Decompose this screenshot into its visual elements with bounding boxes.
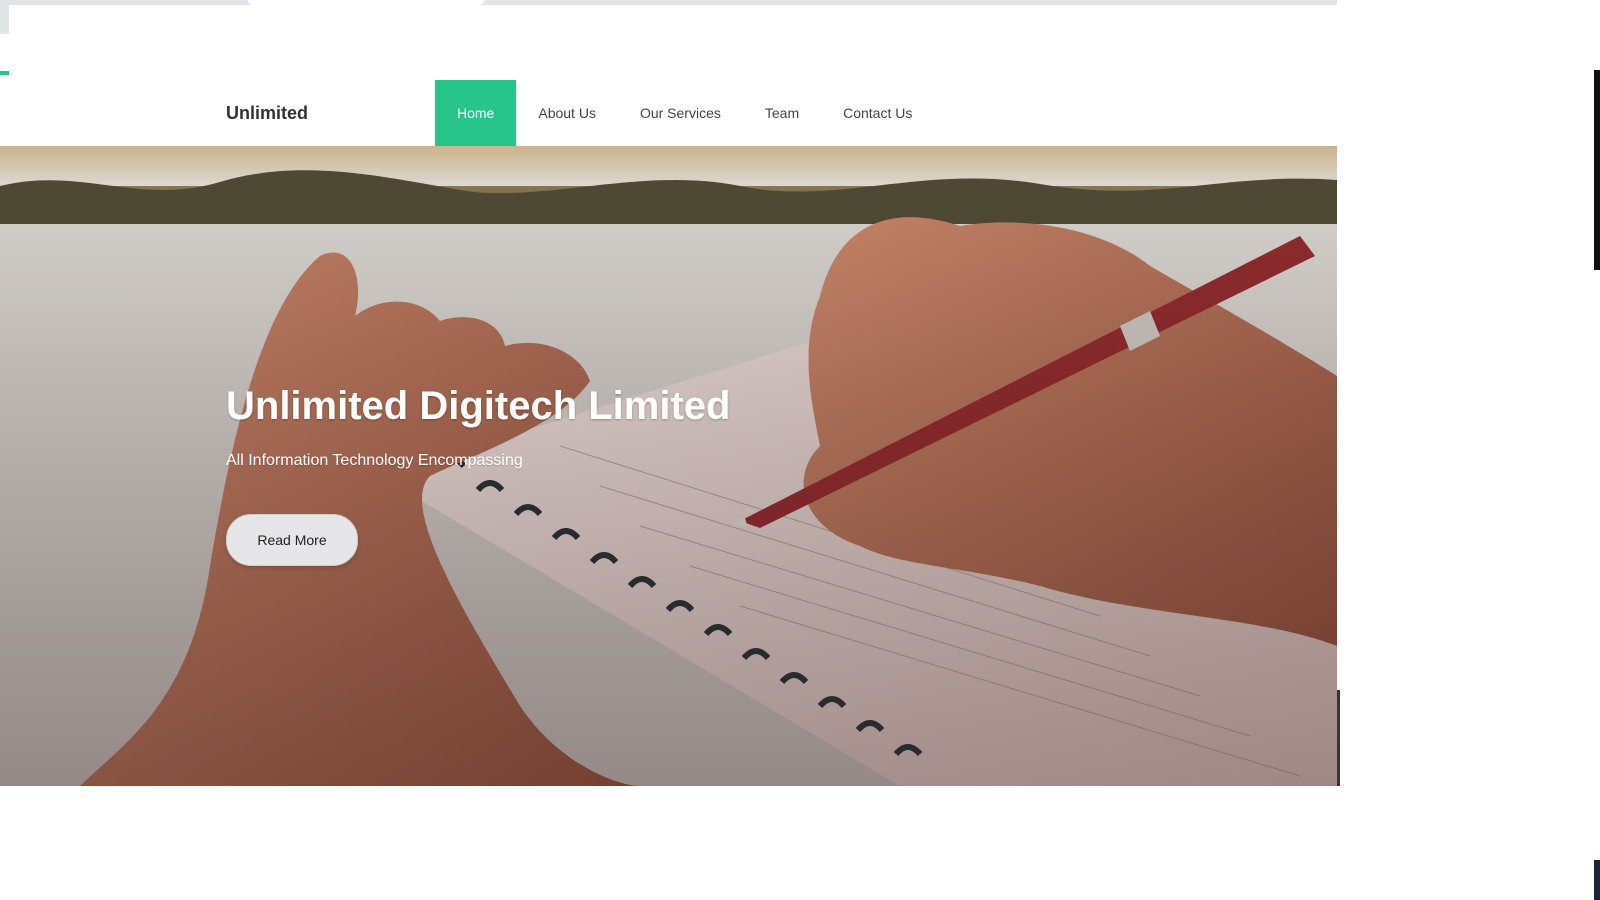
read-more-button[interactable]: Read More (226, 514, 358, 566)
hero-title: Unlimited Digitech Limited (226, 384, 731, 428)
page: Unlimited Home About Us Our Services Tea… (0, 0, 1600, 900)
main-nav: Home About Us Our Services Team Contact … (435, 80, 934, 146)
hero-background-image (0, 146, 1337, 786)
right-scroll-bar (1594, 70, 1600, 270)
nav-item-about-us[interactable]: About Us (516, 80, 618, 146)
hero-edge (1337, 690, 1340, 786)
top-strip (0, 0, 1337, 5)
nav-item-our-services[interactable]: Our Services (618, 80, 743, 146)
site-header: Unlimited Home About Us Our Services Tea… (0, 80, 1337, 146)
nav-item-team[interactable]: Team (743, 80, 821, 146)
right-edge-block (1594, 860, 1600, 900)
hero-banner: Unlimited Digitech Limited All Informati… (0, 146, 1337, 786)
hero-subtitle: All Information Technology Encompassing (226, 452, 523, 469)
brand-logo[interactable]: Unlimited (226, 80, 308, 146)
top-tab (248, 0, 484, 5)
nav-item-home[interactable]: Home (435, 80, 517, 146)
top-left-mark (0, 0, 9, 34)
nav-item-contact-us[interactable]: Contact Us (821, 80, 934, 146)
accent-tick (0, 71, 9, 75)
